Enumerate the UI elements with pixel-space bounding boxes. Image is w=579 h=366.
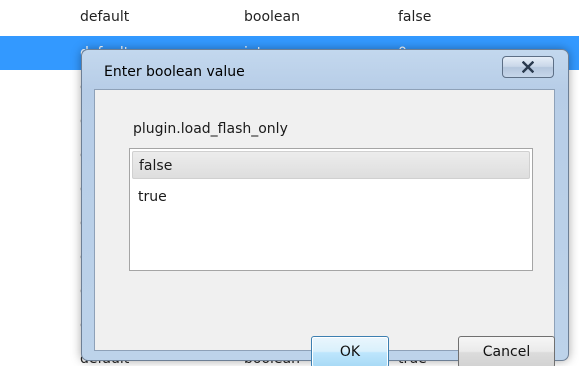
close-button[interactable] — [502, 56, 554, 78]
cancel-button[interactable]: Cancel — [458, 336, 555, 366]
boolean-options-listbox[interactable]: false true — [129, 148, 533, 271]
pref-type-cell: boolean — [244, 9, 300, 25]
screen: defaultbooleanfalsedefaultinteger0defaul… — [0, 0, 579, 366]
option-false[interactable]: false — [132, 151, 530, 179]
pref-value-cell: false — [398, 9, 432, 25]
ok-button[interactable]: OK — [311, 336, 389, 366]
close-icon — [522, 61, 534, 73]
dialog-client-area: plugin.load_flash_only false true OK Canc… — [94, 89, 555, 366]
boolean-value-dialog: Enter boolean value plugin.load_flash_on… — [81, 49, 569, 366]
dialog-title: Enter boolean value — [104, 64, 245, 80]
option-true[interactable]: true — [132, 183, 530, 211]
preference-row[interactable]: default boolean false — [0, 0, 579, 34]
preference-name-label: plugin.load_flash_only — [133, 121, 288, 137]
pref-status-cell: default — [80, 9, 130, 25]
